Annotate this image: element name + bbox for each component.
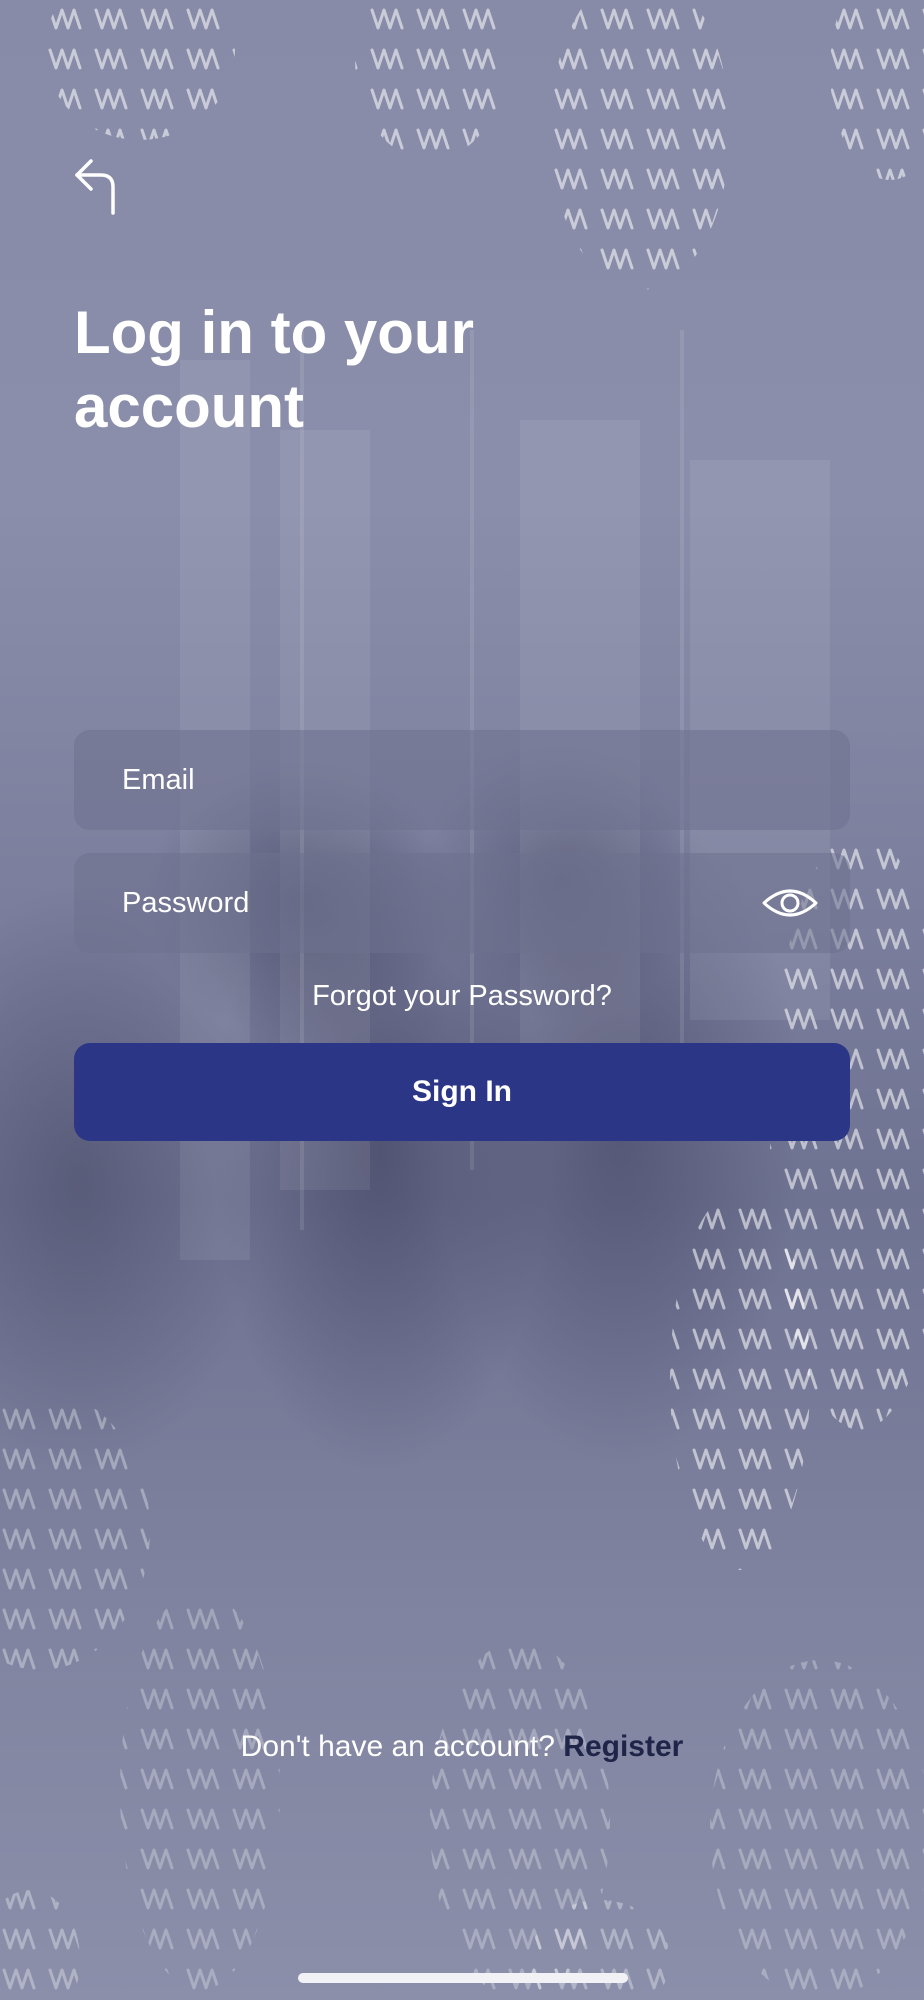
eye-icon[interactable]	[760, 883, 820, 923]
home-indicator	[298, 1973, 628, 1983]
password-field-container[interactable]	[74, 853, 850, 953]
register-prompt: Don't have an account? Register	[0, 1730, 924, 1764]
sign-in-button[interactable]: Sign In	[74, 1043, 850, 1141]
email-field[interactable]	[122, 763, 820, 797]
register-prompt-text: Don't have an account?	[240, 1730, 564, 1763]
forgot-password-link[interactable]: Forgot your Password?	[0, 980, 924, 1013]
password-field[interactable]	[122, 886, 760, 920]
register-link[interactable]: Register	[563, 1730, 683, 1763]
page-title: Log in to your account	[74, 299, 474, 440]
back-arrow-icon	[71, 155, 121, 220]
back-button[interactable]	[68, 156, 124, 218]
email-field-container[interactable]	[74, 730, 850, 830]
